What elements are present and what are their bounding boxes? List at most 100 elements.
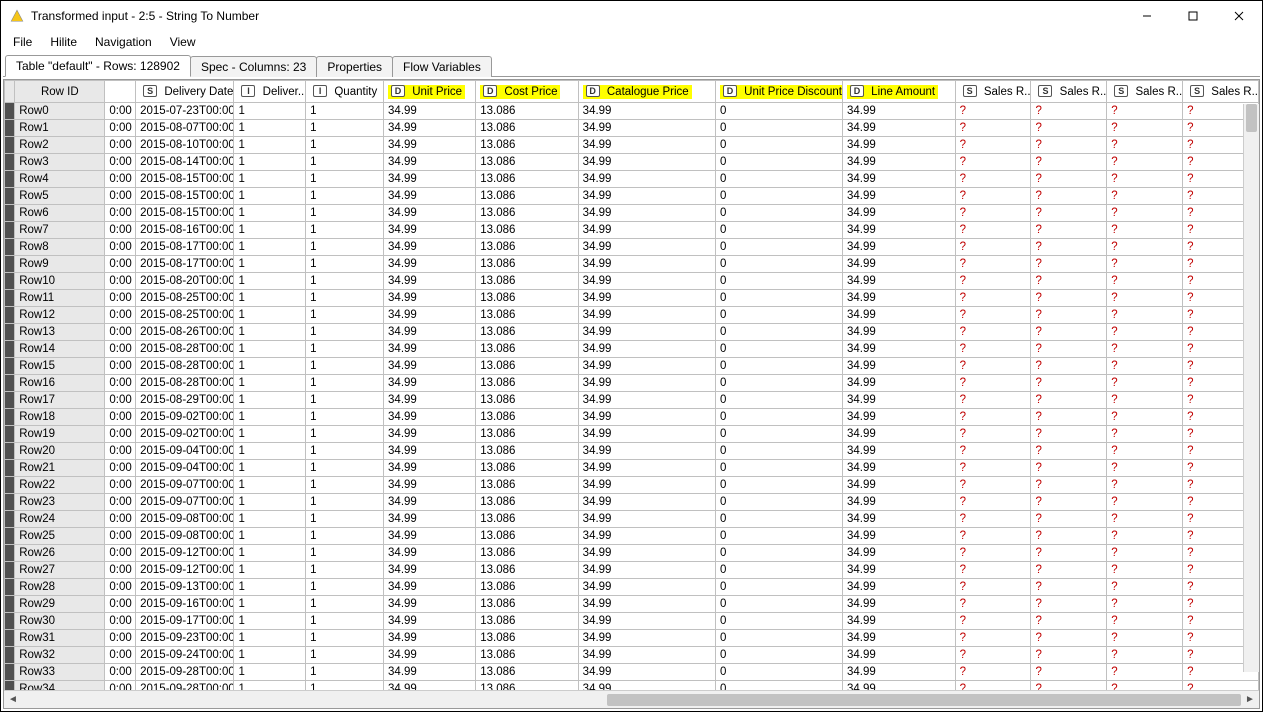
menu-navigation[interactable]: Navigation [87,33,160,51]
col-header-delivery[interactable]: S Delivery Date [136,81,234,103]
rowid-cell: Row4 [15,171,105,188]
table-row[interactable]: Row290:002015-09-16T00:001134.9913.08634… [5,596,1259,613]
horizontal-scrollbar-track[interactable] [22,694,1241,706]
rowid-cell: Row24 [15,511,105,528]
col-header-sr2[interactable]: S Sales R... [1031,81,1107,103]
rowid-cell: Row0 [15,103,105,120]
table-row[interactable]: Row200:002015-09-04T00:001134.9913.08634… [5,443,1259,460]
table-row[interactable]: Row180:002015-09-02T00:001134.9913.08634… [5,409,1259,426]
table-row[interactable]: Row300:002015-09-17T00:001134.9913.08634… [5,613,1259,630]
table-row[interactable]: Row140:002015-08-28T00:001134.9913.08634… [5,341,1259,358]
col-header-cp[interactable]: D Cost Price [476,81,578,103]
close-button[interactable] [1216,1,1262,31]
data-table: Row ID S Delivery DateI Deliver...I Quant… [4,80,1259,690]
table-row[interactable]: Row90:002015-08-17T00:001134.9913.08634.… [5,256,1259,273]
table-row[interactable]: Row240:002015-09-08T00:001134.9913.08634… [5,511,1259,528]
tab-1[interactable]: Spec - Columns: 23 [190,56,317,77]
table-row[interactable]: Row100:002015-08-20T00:001134.9913.08634… [5,273,1259,290]
table-row[interactable]: Row160:002015-08-28T00:001134.9913.08634… [5,375,1259,392]
table-row[interactable]: Row270:002015-09-12T00:001134.9913.08634… [5,562,1259,579]
rowid-cell: Row34 [15,681,105,691]
col-header-rowid[interactable]: Row ID [15,81,105,103]
table-row[interactable]: Row60:002015-08-15T00:001134.9913.08634.… [5,205,1259,222]
horizontal-scrollbar-thumb[interactable] [607,694,1241,706]
table-row[interactable]: Row190:002015-09-02T00:001134.9913.08634… [5,426,1259,443]
rowid-cell: Row12 [15,307,105,324]
table-row[interactable]: Row00:002015-07-23T00:001134.9913.08634.… [5,103,1259,120]
rowid-cell: Row10 [15,273,105,290]
menu-hilite[interactable]: Hilite [42,33,85,51]
scroll-right-icon[interactable]: ► [1241,694,1259,705]
header-row: Row ID S Delivery DateI Deliver...I Quant… [5,81,1259,103]
table-row[interactable]: Row40:002015-08-15T00:001134.9913.08634.… [5,171,1259,188]
col-header-up[interactable]: D Unit Price [384,81,476,103]
rowid-cell: Row26 [15,545,105,562]
col-header-deliver2[interactable]: I Deliver... [234,81,306,103]
type-badge-s-icon: S [1038,85,1052,97]
maximize-button[interactable] [1170,1,1216,31]
menu-file[interactable]: File [5,33,40,51]
col-header-qty[interactable]: I Quantity [306,81,384,103]
type-badge-d-icon: D [586,85,600,97]
table-scroll[interactable]: Row ID S Delivery DateI Deliver...I Quant… [4,80,1259,690]
table-row[interactable]: Row50:002015-08-15T00:001134.9913.08634.… [5,188,1259,205]
table-row[interactable]: Row170:002015-08-29T00:001134.9913.08634… [5,392,1259,409]
rowid-cell: Row15 [15,358,105,375]
table-row[interactable]: Row30:002015-08-14T00:001134.9913.08634.… [5,154,1259,171]
rowid-cell: Row5 [15,188,105,205]
minimize-button[interactable] [1124,1,1170,31]
tab-2[interactable]: Properties [316,56,393,77]
scroll-left-icon[interactable]: ◄ [4,694,22,705]
rowid-cell: Row19 [15,426,105,443]
table-row[interactable]: Row150:002015-08-28T00:001134.9913.08634… [5,358,1259,375]
rowid-cell: Row29 [15,596,105,613]
vertical-scrollbar-thumb[interactable] [1246,104,1257,132]
rowid-cell: Row28 [15,579,105,596]
table-row[interactable]: Row340:002015-09-28T00:001134.9913.08634… [5,681,1259,691]
type-badge-i-icon: I [313,85,327,97]
table-row[interactable]: Row330:002015-09-28T00:001134.9913.08634… [5,664,1259,681]
table-row[interactable]: Row310:002015-09-23T00:001134.9913.08634… [5,630,1259,647]
table-row[interactable]: Row260:002015-09-12T00:001134.9913.08634… [5,545,1259,562]
table-row[interactable]: Row320:002015-09-24T00:001134.9913.08634… [5,647,1259,664]
table-row[interactable]: Row220:002015-09-07T00:001134.9913.08634… [5,477,1259,494]
table-row[interactable]: Row110:002015-08-25T00:001134.9913.08634… [5,290,1259,307]
rowid-cell: Row2 [15,137,105,154]
col-header-cat[interactable]: D Catalogue Price [578,81,715,103]
rowid-cell: Row11 [15,290,105,307]
horizontal-scrollbar[interactable]: ◄ ► [4,690,1259,708]
col-header-disc[interactable]: D Unit Price Discount [715,81,842,103]
col-label: Catalogue Price [604,86,689,98]
table-row[interactable]: Row70:002015-08-16T00:001134.9913.08634.… [5,222,1259,239]
tabs-bar: Table "default" - Rows: 128902Spec - Col… [3,53,1260,77]
col-label: Delivery Date [161,86,233,98]
rowid-cell: Row6 [15,205,105,222]
col-label: Sales R... [1056,86,1106,98]
table-row[interactable]: Row10:002015-08-07T00:001134.9913.08634.… [5,120,1259,137]
table-row[interactable]: Row130:002015-08-26T00:001134.9913.08634… [5,324,1259,341]
type-badge-i-icon: I [241,85,255,97]
rowid-cell: Row22 [15,477,105,494]
rowid-cell: Row30 [15,613,105,630]
table-row[interactable]: Row120:002015-08-25T00:001134.9913.08634… [5,307,1259,324]
table-row[interactable]: Row230:002015-09-07T00:001134.9913.08634… [5,494,1259,511]
type-badge-s-icon: S [1114,85,1128,97]
tab-0[interactable]: Table "default" - Rows: 128902 [5,55,191,77]
table-row[interactable]: Row210:002015-09-04T00:001134.9913.08634… [5,460,1259,477]
app-warning-icon [9,8,25,24]
table-row[interactable]: Row80:002015-08-17T00:001134.9913.08634.… [5,239,1259,256]
col-header-sr1[interactable]: S Sales R... [955,81,1031,103]
type-badge-s-icon: S [1190,85,1204,97]
col-header-trunc[interactable] [105,81,136,103]
col-header-la[interactable]: D Line Amount [842,81,955,103]
col-header-sr3[interactable]: S Sales R... [1107,81,1183,103]
table-row[interactable]: Row20:002015-08-10T00:001134.9913.08634.… [5,137,1259,154]
tab-3[interactable]: Flow Variables [392,56,492,77]
vertical-scrollbar[interactable] [1243,104,1259,672]
menu-view[interactable]: View [162,33,204,51]
table-row[interactable]: Row280:002015-09-13T00:001134.9913.08634… [5,579,1259,596]
col-label: Sales R... [1132,86,1182,98]
rowid-cell: Row3 [15,154,105,171]
table-row[interactable]: Row250:002015-09-08T00:001134.9913.08634… [5,528,1259,545]
col-header-sr4[interactable]: S Sales R... [1183,81,1259,103]
